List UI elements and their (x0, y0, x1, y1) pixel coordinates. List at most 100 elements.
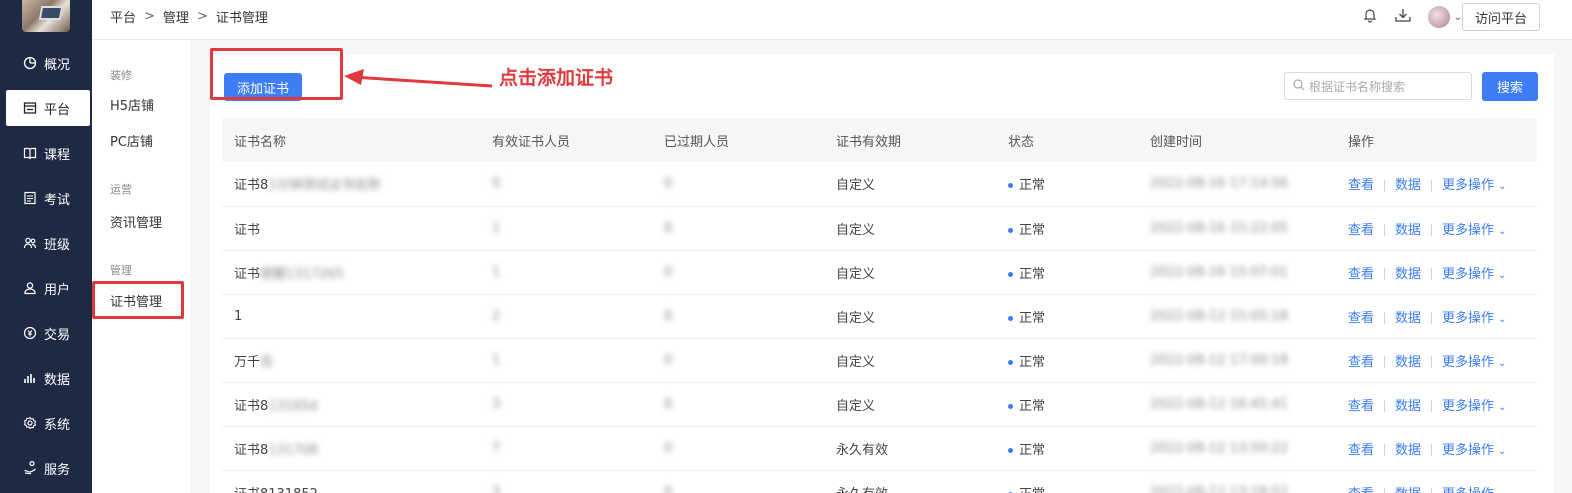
breadcrumb-item[interactable]: 管理 (163, 7, 189, 26)
nav-item[interactable]: 平台 (6, 90, 90, 126)
data-link[interactable]: 数据 (1395, 223, 1421, 238)
more-actions-dropdown[interactable]: 更多操作⌄ (1442, 399, 1506, 414)
created-time: 2022-08-12 15:05:18 (1138, 294, 1336, 338)
cert-name: 1 (222, 294, 480, 338)
data-link[interactable]: 数据 (1395, 267, 1421, 282)
cert-name-blurred: 131654 (268, 398, 318, 414)
view-link[interactable]: 查看 (1348, 399, 1374, 414)
divider (1431, 224, 1433, 236)
data-link[interactable]: 数据 (1395, 355, 1421, 370)
search-input[interactable]: 根据证书名称搜索 (1284, 72, 1472, 100)
visit-platform-button[interactable]: 访问平台 (1461, 3, 1540, 31)
status-badge: 正常 (1019, 266, 1046, 282)
view-link[interactable]: 查看 (1348, 311, 1374, 326)
view-link[interactable]: 查看 (1348, 267, 1374, 282)
top-icons: ⌄ (1362, 6, 1462, 28)
row-actions: 查看 数据 更多操作⌄ (1336, 470, 1537, 493)
expired-count-value: 0 (664, 440, 673, 456)
nav-item[interactable]: 概况 (0, 45, 92, 81)
more-actions-label: 更多操作 (1442, 310, 1495, 326)
column-header: 证书有效期 (836, 134, 902, 150)
status-dot (1008, 183, 1013, 189)
class-icon (22, 235, 38, 251)
valid-count-value: 7 (492, 440, 501, 456)
column-header: 有效证书人员 (492, 134, 571, 150)
user-menu[interactable]: ⌄ (1427, 6, 1462, 28)
sub-item-h5-store[interactable]: H5店铺 (110, 95, 154, 114)
data-link[interactable]: 数据 (1395, 443, 1421, 458)
valid-count: 3 (480, 470, 652, 493)
pie-chart-icon (22, 55, 38, 71)
data-link[interactable]: 数据 (1395, 178, 1421, 193)
view-link[interactable]: 查看 (1348, 355, 1374, 370)
sub-item-pc-store[interactable]: PC店铺 (110, 131, 153, 150)
valid-count-value: 1 (492, 264, 501, 280)
nav-item[interactable]: 数据 (0, 360, 92, 396)
table-row: 证书8131708 7 0 永久有效 正常 2022-08-12 13:50:22 查看 数据… (222, 426, 1537, 470)
more-actions-dropdown[interactable]: 更多操作⌄ (1442, 443, 1506, 458)
main-nav: 概况平台课程考试班级用户交易数据系统服务 (0, 0, 92, 493)
main-content: 添加证书 点击添加证书 根据证书名称搜索 搜索 证书名称 有效证书人员 已过期人… (210, 48, 1554, 493)
more-actions-label: 更多操作 (1442, 442, 1495, 458)
more-actions-dropdown[interactable]: 更多操作⌄ (1442, 267, 1506, 282)
status-badge: 正常 (1019, 222, 1046, 238)
created-time-value: 2022-08-12 17:00:18 (1150, 352, 1289, 368)
user-icon (22, 280, 38, 296)
status-dot (1008, 227, 1013, 233)
data-link[interactable]: 数据 (1395, 399, 1421, 414)
more-actions-dropdown[interactable]: 更多操作⌄ (1442, 223, 1506, 238)
book-icon (22, 145, 38, 161)
view-link[interactable]: 查看 (1348, 178, 1374, 193)
annotation-arrow (344, 69, 493, 88)
status-badge: 正常 (1019, 354, 1046, 370)
row-actions: 查看 数据 更多操作⌄ (1336, 162, 1537, 206)
data-link[interactable]: 数据 (1395, 487, 1421, 493)
table-row: 证书8131852 3 0 永久有效正常 2022-08-12 13:18:52 查看 数据… (222, 470, 1537, 493)
more-actions-dropdown[interactable]: 更多操作⌄ (1442, 311, 1506, 326)
status-cell: 正常 (996, 382, 1138, 426)
more-actions-label: 更多操作 (1442, 222, 1495, 238)
status-cell: 正常 (996, 250, 1138, 294)
valid-count: 7 (480, 426, 652, 470)
sub-item-news[interactable]: 资讯管理 (110, 212, 162, 231)
divider (1384, 356, 1386, 368)
validity-period: 永久有效 (824, 470, 996, 493)
cert-name-text: 证书8 (234, 442, 269, 458)
nav-item[interactable]: 交易 (0, 315, 92, 351)
bell-icon[interactable] (1362, 7, 1378, 27)
expired-count-value: 0 (664, 396, 673, 412)
created-time: 2022-08-12 16:45:41 (1138, 382, 1336, 426)
nav-item[interactable]: 考试 (0, 180, 92, 216)
view-link[interactable]: 查看 (1348, 223, 1374, 238)
cert-name: 证书8131852 (222, 470, 480, 493)
org-logo[interactable] (22, 0, 70, 32)
view-link[interactable]: 查看 (1348, 487, 1374, 493)
more-actions-dropdown[interactable]: 更多操作⌄ (1442, 178, 1506, 193)
nav-item[interactable]: 班级 (0, 225, 92, 261)
nav-item[interactable]: 服务 (0, 450, 92, 486)
view-link[interactable]: 查看 (1348, 443, 1374, 458)
download-icon[interactable] (1394, 7, 1412, 27)
sub-group-title: 管理 (110, 264, 132, 277)
nav-item[interactable]: 用户 (0, 270, 92, 306)
more-actions-label: 更多操作 (1442, 266, 1495, 282)
more-actions-label: 更多操作 (1442, 398, 1495, 414)
nav-item[interactable]: 系统 (0, 405, 92, 441)
chevron-right-icon: > (144, 8, 155, 24)
breadcrumb-item[interactable]: 平台 (110, 7, 136, 26)
nav-item[interactable]: 课程 (0, 135, 92, 171)
divider (1431, 444, 1433, 456)
chevron-down-icon: ⌄ (1498, 357, 1507, 369)
nav-item-label: 用户 (44, 282, 71, 298)
data-link[interactable]: 数据 (1395, 311, 1421, 326)
more-actions-dropdown[interactable]: 更多操作⌄ (1442, 487, 1506, 493)
search-button[interactable]: 搜索 (1482, 72, 1538, 101)
more-actions-dropdown[interactable]: 更多操作⌄ (1442, 355, 1506, 370)
created-time-value: 2022-08-16 15:22:05 (1150, 220, 1289, 236)
created-time-value: 2022-08-12 15:05:18 (1150, 308, 1289, 324)
chevron-down-icon: ⌄ (1498, 181, 1507, 193)
status-dot (1008, 271, 1013, 277)
expired-count-value: 0 (664, 484, 673, 493)
avatar[interactable] (1427, 6, 1450, 28)
cert-name-text: 万千 (234, 354, 261, 370)
